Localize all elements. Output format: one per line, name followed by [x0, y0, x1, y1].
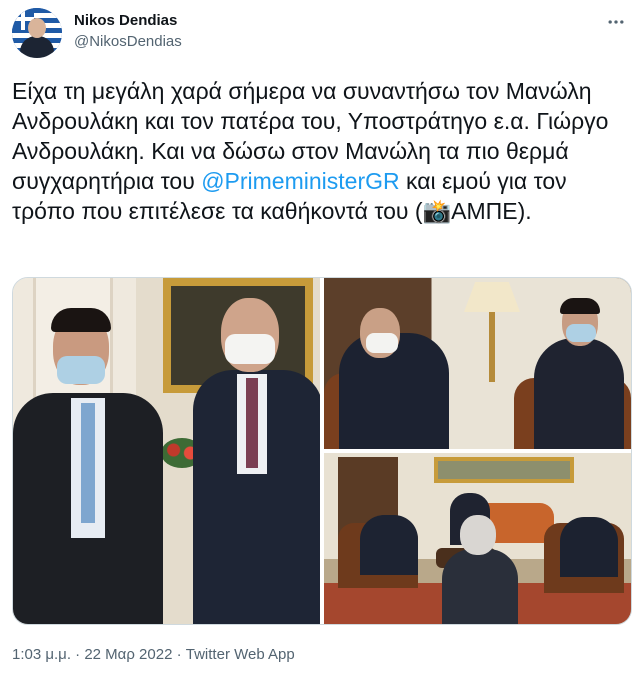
avatar-person-body [20, 36, 54, 58]
avatar-person-head [28, 18, 46, 38]
photo-2-lamp-stem [489, 312, 495, 382]
tweet: Nikos Dendias @NikosDendias Είχα τη μεγά… [0, 0, 640, 673]
photo-2-man-right-mask [566, 324, 596, 342]
more-horizontal-icon-svg [608, 20, 624, 24]
photo-3-person-3 [442, 549, 518, 624]
photo-2-man-right-hair [560, 298, 600, 314]
photo-3-painting [434, 457, 574, 483]
media-grid [12, 277, 632, 625]
photo-2[interactable] [324, 278, 631, 449]
tweet-source[interactable]: Twitter Web App [186, 646, 295, 663]
photo-2-man-left-mask [366, 333, 398, 353]
photo-1-man-right-tie [246, 378, 258, 468]
photo-3-person-1 [360, 515, 418, 575]
photo-1[interactable] [13, 278, 320, 624]
tweet-meta: 1:03 μ.μ. · 22 Μαρ 2022 · Twitter Web Ap… [12, 645, 295, 665]
photo-1-man-left-mask [57, 356, 105, 384]
avatar[interactable] [12, 8, 62, 58]
author-names: Nikos Dendias @NikosDendias [74, 11, 182, 52]
tweet-text: Είχα τη μεγάλη χαρά σήμερα να συναντήσω … [12, 76, 624, 226]
tweet-time[interactable]: 1:03 μ.μ. [12, 646, 71, 663]
mention-link[interactable]: @PrimeministerGR [201, 168, 399, 194]
meta-separator: · [172, 646, 186, 663]
photo-1-man-left-hair [51, 308, 111, 332]
photo-1-man-right-mask [225, 334, 275, 364]
tweet-date[interactable]: 22 Μαρ 2022 [84, 646, 172, 663]
photo-2-man-right [534, 338, 624, 449]
photo-3-person-4 [560, 517, 618, 577]
photo-1-man-left-tie [81, 403, 95, 523]
photo-3[interactable] [324, 453, 631, 624]
tweet-header: Nikos Dendias @NikosDendias [12, 8, 628, 64]
meta-separator: · [70, 646, 85, 663]
author-handle[interactable]: @NikosDendias [74, 32, 182, 52]
more-horizontal-icon[interactable] [604, 10, 628, 34]
photo-3-person-3-head [460, 515, 496, 555]
author-display-name[interactable]: Nikos Dendias [74, 11, 182, 31]
